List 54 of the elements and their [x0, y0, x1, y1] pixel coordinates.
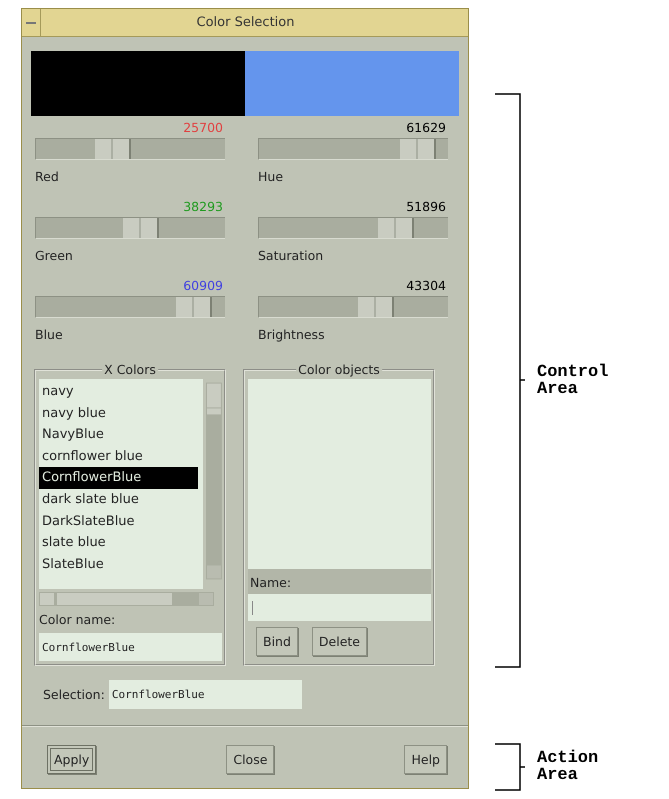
action-button[interactable]: Delete: [312, 627, 367, 656]
slider-label: Blue: [35, 327, 64, 342]
text-cursor-icon: [251, 600, 255, 614]
group-title: Color objects: [296, 362, 382, 377]
annotation-label: Control Area: [537, 364, 610, 398]
list-item[interactable]: DarkSlateBlue: [39, 510, 198, 532]
slider-label: Brightness: [258, 327, 326, 342]
slider-label: Saturation: [258, 248, 324, 263]
window-title: Color Selection: [196, 15, 296, 30]
list-item[interactable]: navy: [39, 381, 198, 403]
slider-value: 43304: [406, 278, 446, 294]
slider-track[interactable]: [258, 296, 448, 318]
list-item[interactable]: navy blue: [39, 402, 198, 424]
slider-label: Hue: [258, 169, 284, 184]
slider-track[interactable]: [258, 217, 448, 239]
list-item[interactable]: dark slate blue: [39, 488, 198, 511]
slider-value: 51896: [406, 199, 446, 215]
slider-label: Red: [35, 169, 60, 184]
dialog-button[interactable]: Close: [226, 745, 274, 774]
slider-value: 38293: [183, 199, 223, 215]
slider-thumb[interactable]: [400, 139, 436, 159]
dialog-button[interactable]: Apply: [47, 745, 96, 774]
slider-value: 60909: [183, 278, 223, 294]
slider-thumb[interactable]: [176, 297, 212, 317]
dialog-button[interactable]: Help: [404, 745, 447, 774]
list-item[interactable]: SlateBlue: [39, 554, 198, 576]
slider-value: 25700: [183, 120, 223, 136]
list-item[interactable]: CornflowerBlue: [39, 467, 198, 489]
horizontal-scrollbar[interactable]: [39, 592, 214, 606]
vertical-scrollbar[interactable]: [206, 382, 222, 580]
bracket-drawing: [495, 743, 525, 791]
list-item[interactable]: cornflower blue: [39, 446, 198, 468]
slider-thumb[interactable]: [123, 218, 159, 238]
color-name-label: Color name:: [39, 612, 116, 627]
color-name-field[interactable]: CornflowerBlue: [39, 633, 222, 661]
slider-track[interactable]: [258, 138, 448, 160]
name-label: Name:: [248, 569, 431, 594]
slider-thumb[interactable]: [378, 218, 414, 238]
slider-value: 61629: [406, 120, 446, 136]
slider-thumb[interactable]: [94, 139, 130, 159]
selection-label: Selection:: [43, 687, 105, 702]
list-item[interactable]: slate blue: [39, 532, 198, 554]
slider-track[interactable]: [35, 296, 225, 318]
name-field[interactable]: [248, 594, 431, 621]
minus-icon: [26, 20, 36, 24]
selection-field[interactable]: CornflowerBlue: [108, 680, 302, 709]
slider-track[interactable]: [35, 217, 225, 239]
group-title: X Colors: [102, 362, 158, 377]
list-item[interactable]: NavyBlue: [39, 424, 198, 446]
slider-thumb[interactable]: [358, 297, 394, 317]
action-button[interactable]: Bind: [256, 627, 298, 656]
annotation-label: Action Area: [537, 750, 600, 784]
slider-track[interactable]: [35, 138, 225, 160]
slider-label: Green: [35, 248, 74, 263]
